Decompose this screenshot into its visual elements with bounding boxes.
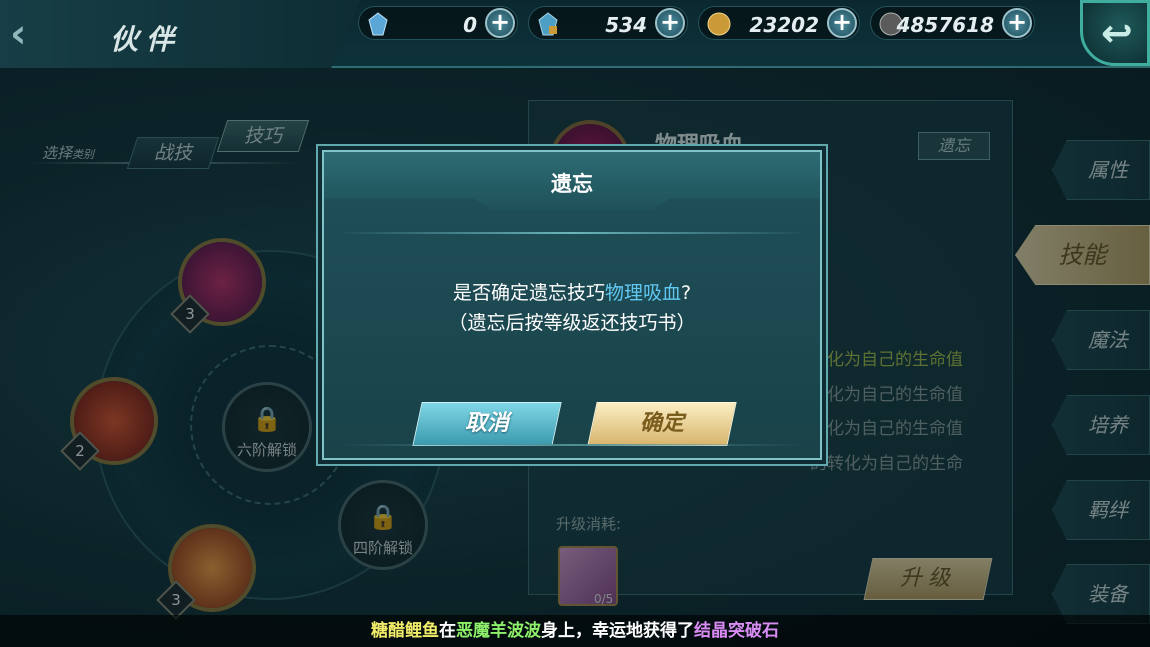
resource-locked-crystal: 534 + [528, 6, 688, 40]
resource-silver: 4857618 + [870, 6, 1035, 40]
resource-gold: 23202 + [698, 6, 860, 40]
ticker-source: 恶魔羊波波 [456, 621, 541, 641]
add-crystal-button[interactable]: + [485, 8, 515, 38]
return-icon: ↩ [1101, 11, 1133, 55]
chevron-left-icon: ‹ [10, 11, 27, 57]
dialog-message: 是否确定遗忘技巧物理吸血? [324, 278, 820, 305]
blue-crystal-icon [367, 12, 389, 36]
dialog-title: 遗忘 [551, 172, 593, 196]
dialog-note: （遗忘后按等级返还技巧书） [448, 312, 696, 334]
broadcast-ticker: 糖醋鲤鱼在恶魔羊波波身上，幸运地获得了结晶突破石 [0, 615, 1150, 647]
message-prefix: 是否确定遗忘技巧 [452, 282, 605, 304]
locked-crystal-icon [537, 12, 559, 36]
resource-value: 0 [463, 13, 477, 37]
resource-value: 534 [605, 13, 647, 37]
cancel-button[interactable]: 取消 [412, 402, 562, 446]
dialog-divider [338, 232, 806, 234]
gold-coin-icon [707, 12, 731, 36]
message-suffix: ? [680, 282, 692, 304]
resource-crystal: 0 + [358, 6, 518, 40]
dialog-divider [338, 444, 806, 446]
back-button[interactable]: ↩ [1080, 0, 1150, 66]
confirm-button[interactable]: 确定 [587, 402, 737, 446]
add-gold-button[interactable]: + [827, 8, 857, 38]
add-silver-button[interactable]: + [1002, 8, 1032, 38]
forget-confirm-dialog: 遗忘 是否确定遗忘技巧物理吸血? （遗忘后按等级返还技巧书） 取消 确定 [322, 150, 822, 460]
ticker-text: 身上，幸运地获得了 [541, 621, 694, 641]
ticker-item: 结晶突破石 [694, 621, 779, 641]
cancel-label: 取消 [464, 411, 509, 436]
ticker-text: 在 [439, 621, 456, 641]
resource-value: 4857618 [896, 13, 994, 37]
message-skill-name: 物理吸血 [604, 282, 681, 304]
resource-value: 23202 [749, 13, 819, 37]
ticker-player: 糖醋鲤鱼 [371, 621, 439, 641]
partner-screen: ‹ 伙伴 0 + 534 + 23202 + 4857618 + ↩ 选择类别 … [0, 0, 1150, 647]
confirm-label: 确定 [639, 411, 684, 436]
add-locked-crystal-button[interactable]: + [655, 8, 685, 38]
page-title: 伙伴 [110, 23, 183, 56]
